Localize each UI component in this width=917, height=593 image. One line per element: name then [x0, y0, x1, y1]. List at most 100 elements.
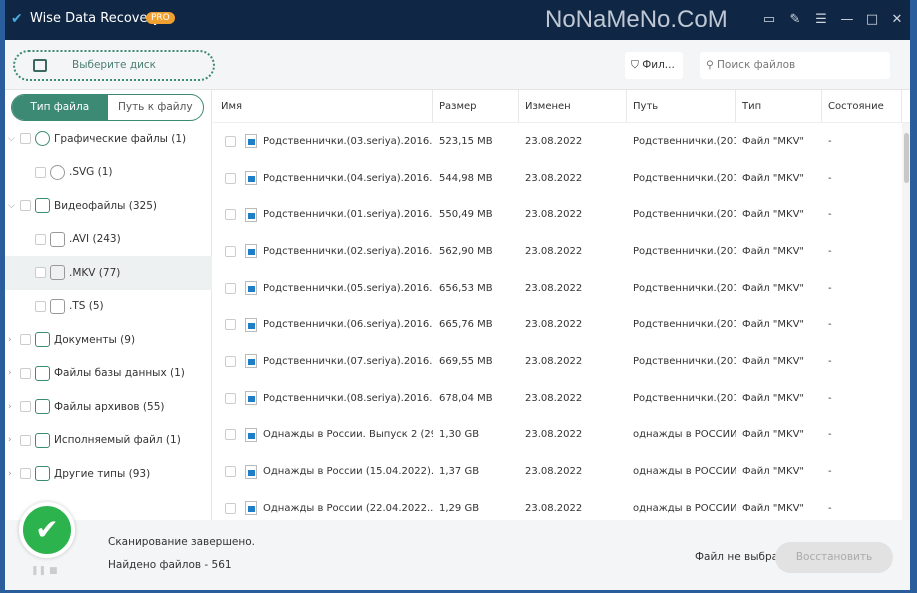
feedback-icon[interactable]: ▭: [762, 13, 776, 27]
row-checkbox[interactable]: [225, 172, 236, 184]
tree-checkbox[interactable]: [20, 200, 31, 212]
scrollbar-thumb[interactable]: [903, 133, 909, 183]
tree-checkbox[interactable]: [20, 468, 31, 480]
filter-button[interactable]: ⛉ Фил...: [625, 52, 683, 79]
column-state[interactable]: Состояние: [822, 90, 902, 122]
tree-checkbox[interactable]: [20, 367, 31, 379]
image-icon: [35, 131, 50, 147]
row-checkbox[interactable]: [225, 319, 236, 331]
pro-badge: PRO: [146, 12, 175, 24]
table-row[interactable]: Родственнички.(07.seriya).2016.WE... 669,…: [213, 343, 910, 380]
tree-item-label: .SVG (1): [69, 166, 113, 179]
row-checkbox[interactable]: [225, 502, 236, 514]
cell: Файл "MKV": [742, 135, 805, 147]
edit-icon[interactable]: ✎: [788, 13, 802, 27]
search-input[interactable]: ⚲ Поиск файлов: [700, 52, 890, 79]
table-row[interactable]: Родственнички.(04.seriya).2016.WE... 544,…: [213, 160, 910, 197]
title-bar: ✔ Wise Data Recovery PRO NoNaMeNo.CoM ▭ …: [5, 0, 910, 40]
row-checkbox[interactable]: [225, 209, 236, 221]
tree-item[interactable]: › Документы (9): [5, 323, 212, 357]
cell: Файл "MKV": [742, 392, 805, 404]
select-disk-button[interactable]: Выберите диск: [13, 50, 215, 81]
cell: 656,53 MB: [439, 282, 493, 294]
column-path[interactable]: Путь: [627, 90, 736, 122]
row-checkbox[interactable]: [225, 282, 236, 294]
tab-file-type[interactable]: Тип файла: [12, 95, 108, 120]
cell: Файл "MKV": [742, 282, 805, 294]
table-row[interactable]: Родственнички.(01.seriya).2016.WE... 550,…: [213, 196, 910, 233]
video-file-icon: [245, 427, 257, 442]
tree-item[interactable]: .AVI (243): [5, 223, 212, 257]
maximize-icon[interactable]: □: [865, 13, 879, 27]
tree-checkbox[interactable]: [20, 434, 31, 446]
scan-complete-check-icon: ✔: [19, 502, 75, 558]
row-checkbox[interactable]: [225, 429, 236, 441]
tree-item[interactable]: .TS (5): [5, 290, 212, 324]
column-size[interactable]: Размер: [433, 90, 519, 122]
tree-item-label: Документы (9): [54, 333, 136, 346]
table-row[interactable]: Однажды в России. Выпуск 2 (29.0... 1,30 …: [213, 417, 910, 454]
cell: -: [828, 245, 832, 257]
row-checkbox[interactable]: [225, 392, 236, 404]
restore-button[interactable]: Восстановить: [775, 542, 893, 573]
cell: Файл "MKV": [742, 245, 805, 257]
minimize-icon[interactable]: —: [840, 13, 854, 27]
video-file-icon: [245, 391, 257, 406]
table-row[interactable]: Родственнички.(05.seriya).2016.WE... 656,…: [213, 270, 910, 307]
scrollbar[interactable]: [902, 123, 910, 520]
video-file-icon: [245, 464, 257, 479]
column-name[interactable]: Имя: [213, 90, 433, 122]
tree-item[interactable]: .SVG (1): [5, 156, 212, 190]
row-checkbox[interactable]: [225, 135, 236, 147]
row-checkbox[interactable]: [225, 355, 236, 367]
tree-item[interactable]: .MKV (77): [5, 256, 212, 290]
pause-stop-icon: ❚❚ ■: [31, 566, 58, 576]
tree-item[interactable]: › Файлы базы данных (1): [5, 357, 212, 391]
cell: -: [828, 502, 832, 514]
expand-chevron-icon[interactable]: ›: [8, 402, 12, 412]
tab-file-path[interactable]: Путь к файлу: [108, 95, 204, 120]
tree-item-label: Исполняемый файл (1): [54, 434, 181, 447]
tree-checkbox[interactable]: [20, 334, 31, 346]
row-checkbox[interactable]: [225, 466, 236, 478]
expand-chevron-icon[interactable]: ⌵: [8, 201, 15, 211]
row-checkbox[interactable]: [225, 245, 236, 257]
menu-icon[interactable]: ☰: [814, 13, 828, 27]
table-row[interactable]: Однажды в России (15.04.2022).mkv 1,37 GB…: [213, 453, 910, 490]
video-file-icon: [245, 244, 257, 259]
file-name: Родственнички.(04.seriya).2016.WE...: [263, 172, 433, 184]
table-row[interactable]: Родственнички.(06.seriya).2016.WE... 665,…: [213, 306, 910, 343]
expand-chevron-icon[interactable]: ›: [8, 469, 12, 479]
tree-checkbox[interactable]: [20, 401, 31, 413]
table-row[interactable]: Родственнички.(03.seriya).2016.WE... 523,…: [213, 123, 910, 160]
file-name: Родственнички.(08.seriya).2016.WE...: [263, 392, 433, 404]
tree-checkbox[interactable]: [35, 166, 46, 178]
expand-chevron-icon[interactable]: ›: [8, 435, 12, 445]
cell: 23.08.2022: [525, 502, 583, 514]
table-row[interactable]: Родственнички.(02.seriya).2016.WE... 562,…: [213, 233, 910, 270]
scan-status: Сканирование завершено.: [108, 536, 256, 548]
expand-chevron-icon[interactable]: ›: [8, 335, 12, 345]
column-modified[interactable]: Изменен: [519, 90, 627, 122]
file-name: Однажды в России. Выпуск 2 (29.0...: [263, 429, 433, 441]
tree-checkbox[interactable]: [35, 233, 46, 245]
close-icon[interactable]: ✕: [890, 13, 904, 27]
category-tree: ⌵ Графические файлы (1) .SVG (1) ⌵ Видеофайл…: [5, 122, 212, 491]
tree-item[interactable]: ⌵ Графические файлы (1): [5, 122, 212, 156]
cell: Родственнички.(201...: [633, 245, 736, 257]
cell: 23.08.2022: [525, 392, 583, 404]
cell: 23.08.2022: [525, 282, 583, 294]
tree-checkbox[interactable]: [35, 300, 46, 312]
tree-item[interactable]: › Файлы архивов (55): [5, 390, 212, 424]
expand-chevron-icon[interactable]: ⌵: [8, 134, 15, 144]
expand-chevron-icon[interactable]: ›: [8, 368, 12, 378]
tree-checkbox[interactable]: [35, 267, 46, 279]
cell: -: [828, 319, 832, 331]
column-type[interactable]: Тип: [736, 90, 822, 122]
tree-item[interactable]: › Исполняемый файл (1): [5, 424, 212, 458]
table-row[interactable]: Родственнички.(08.seriya).2016.WE... 678,…: [213, 380, 910, 417]
search-placeholder: Поиск файлов: [717, 59, 796, 71]
tree-item[interactable]: ⌵ Видеофайлы (325): [5, 189, 212, 223]
tree-item[interactable]: › Другие типы (93): [5, 457, 212, 491]
tree-checkbox[interactable]: [20, 133, 31, 145]
